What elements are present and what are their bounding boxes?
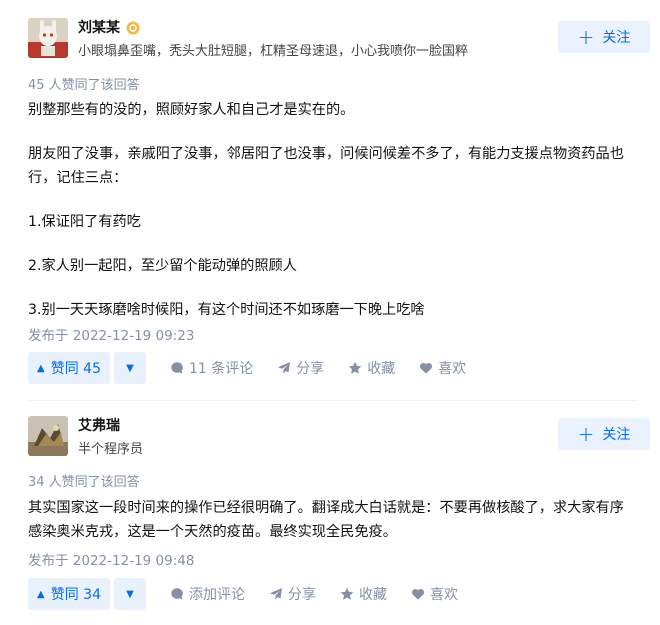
action-bar: ▲ 赞同 34 ▼ 添加评论 分享 收藏 喜欢 (28, 578, 458, 610)
favorite-button[interactable]: 收藏 (348, 358, 395, 378)
content-paragraph: 1.保证阳了有药吃 (28, 214, 141, 230)
answer-card-1: 刘某某 小眼塌鼻歪嘴，秃头大肚短腿，杠精圣母速退，小心我喷你一脸国粹 + 关注 … (0, 0, 660, 400)
favorite-label: 收藏 (359, 587, 387, 603)
favorite-label: 收藏 (367, 361, 396, 377)
author-info: 艾弗瑞 半个程序员 (28, 416, 143, 457)
comment-icon (171, 362, 183, 374)
avatar[interactable] (28, 416, 68, 456)
heart-icon (420, 362, 433, 374)
content-paragraph: 3.别一天天琢磨啥时候阳，有这个时间还不如琢磨一下晚上吃啥 (28, 302, 425, 318)
content-paragraph: 其实国家这一段时间来的操作已经很明确了。翻译成大白话就是：不要再做核酸了，求大家… (28, 500, 624, 540)
like-label: 喜欢 (430, 587, 458, 603)
avatar-image (28, 416, 68, 456)
publish-time[interactable]: 发布于 2022-12-19 09:48 (28, 549, 194, 569)
follow-button[interactable]: + 关注 (558, 418, 650, 450)
badge-icon (126, 20, 140, 35)
share-button[interactable]: 分享 (277, 358, 324, 378)
upvote-button[interactable]: ▲ 赞同 34 (28, 578, 110, 610)
share-label: 分享 (288, 587, 316, 603)
comment-label: 11 条评论 (189, 361, 254, 377)
like-button[interactable]: 喜欢 (419, 358, 466, 378)
follow-button[interactable]: + 关注 (558, 21, 650, 53)
heart-icon (411, 588, 425, 600)
downvote-button[interactable]: ▼ (114, 578, 146, 610)
content-paragraph: 别整那些有的没的，照顾好家人和自己才是实在的。 (28, 102, 355, 118)
share-button[interactable]: 分享 (269, 584, 316, 604)
publish-time[interactable]: 发布于 2022-12-19 09:23 (28, 324, 194, 344)
follow-label: 关注 (602, 427, 631, 443)
content-paragraph: 2.家人别一起阳，至少留个能动弹的照顾人 (28, 258, 297, 274)
comment-icon (171, 588, 183, 600)
favorite-button[interactable]: 收藏 (340, 584, 387, 604)
triangle-up-icon: ▲ (37, 588, 45, 600)
author-bio: 小眼塌鼻歪嘴，秃头大肚短腿，杠精圣母速退，小心我喷你一脸国粹 (78, 44, 469, 59)
follow-label: 关注 (602, 30, 631, 46)
content-paragraph: 朋友阳了没事，亲戚阳了没事，邻居阳了也没事，问候问候差不多了，有能力支援点物资药… (28, 146, 624, 186)
avatar-image (28, 18, 68, 58)
answer-content: 其实国家这一段时间来的操作已经很明确了。翻译成大白话就是：不要再做核酸了，求大家… (28, 496, 638, 544)
star-icon (340, 587, 354, 600)
action-bar: ▲ 赞同 45 ▼ 11 条评论 分享 收藏 喜欢 (28, 352, 466, 384)
vote-count-text: 34 人赞同了该回答 (28, 475, 140, 490)
triangle-down-icon: ▼ (126, 588, 134, 600)
upvote-label: 赞同 45 (50, 361, 101, 377)
triangle-down-icon: ▼ (126, 362, 134, 374)
upvote-button[interactable]: ▲ 赞同 45 (28, 352, 110, 384)
comment-label: 添加评论 (189, 587, 245, 603)
plus-icon: + (577, 422, 595, 446)
plus-icon: + (577, 25, 595, 49)
answer-content: 别整那些有的没的，照顾好家人和自己才是实在的。 朋友阳了没事，亲戚阳了没事，邻居… (28, 98, 638, 322)
author-bio: 半个程序员 (78, 442, 144, 457)
like-button[interactable]: 喜欢 (411, 584, 458, 604)
upvote-label: 赞同 34 (50, 587, 101, 603)
author-info: 刘某某 小眼塌鼻歪嘴，秃头大肚短腿，杠精圣母速退，小心我喷你一脸国粹 (28, 18, 468, 59)
share-icon (278, 362, 291, 374)
downvote-button[interactable]: ▼ (114, 352, 146, 384)
share-icon (270, 588, 282, 600)
comment-button[interactable]: 添加评论 (170, 584, 245, 604)
author-name[interactable]: 艾弗瑞 (78, 415, 120, 435)
answer-card-2: 艾弗瑞 半个程序员 + 关注 34 人赞同了该回答 其实国家这一段时间来的操作已… (0, 400, 660, 625)
share-label: 分享 (296, 361, 325, 377)
comment-button[interactable]: 11 条评论 (170, 358, 253, 378)
star-icon (348, 361, 362, 374)
author-name[interactable]: 刘某某 (78, 17, 120, 37)
like-label: 喜欢 (438, 361, 467, 377)
avatar[interactable] (28, 18, 68, 58)
vote-count-text: 45 人赞同了该回答 (28, 78, 140, 93)
triangle-up-icon: ▲ (37, 362, 45, 374)
